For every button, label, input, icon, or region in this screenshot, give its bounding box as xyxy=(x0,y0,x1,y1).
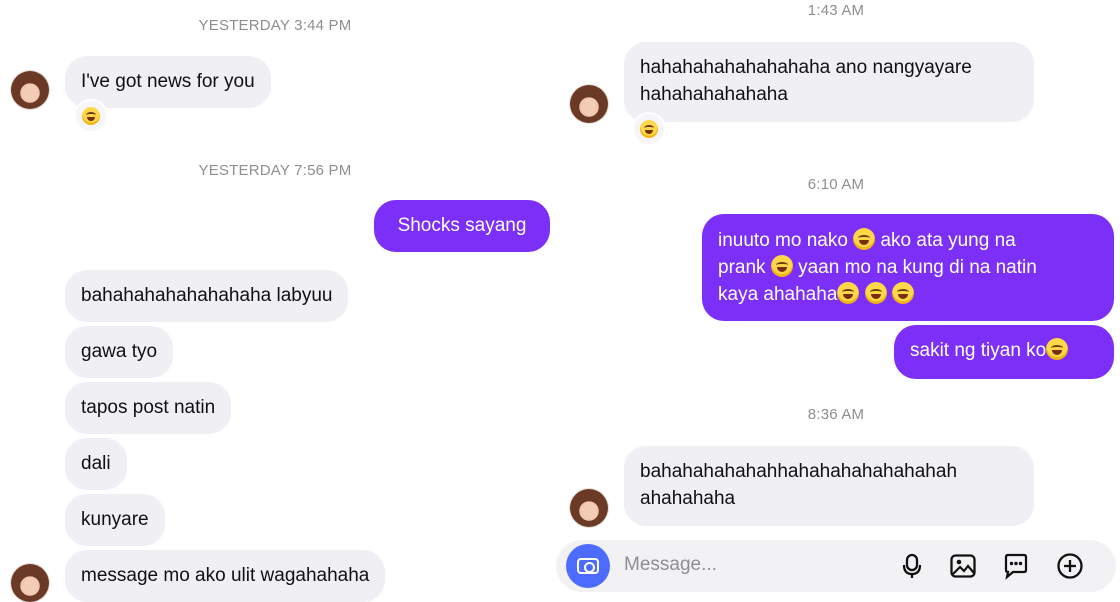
message-text: tapos post natin xyxy=(81,397,216,418)
message-text: Shocks sayang xyxy=(397,215,527,236)
incoming-message[interactable]: bahahahahahahahaha labyuu xyxy=(65,270,349,322)
add-icon[interactable] xyxy=(1056,552,1084,580)
outgoing-message[interactable]: sakit ng tiyan ko xyxy=(894,325,1114,379)
laughing-emoji-icon xyxy=(82,107,100,125)
laughing-emoji-icon xyxy=(1046,338,1069,360)
message-text: sakit ng tiyan ko xyxy=(910,340,1047,361)
laughing-emoji-icon xyxy=(864,282,887,304)
incoming-message[interactable]: I've got news for you xyxy=(65,56,271,108)
microphone-icon[interactable] xyxy=(898,552,926,580)
message-text: kaya ahahaha xyxy=(718,284,838,305)
incoming-message[interactable]: bahahahahahahhahahahahahahahah ahahahaha xyxy=(624,446,1034,526)
message-text-line: bahahahahahahhahahahahahahahah xyxy=(640,461,958,482)
message-text: yaan mo na kung di na natin xyxy=(798,257,1037,278)
message-text: I've got news for you xyxy=(81,71,255,92)
message-text: bahahahahahahahaha labyuu xyxy=(81,285,333,306)
message-text: prank xyxy=(718,257,766,278)
camera-button[interactable] xyxy=(566,544,610,588)
incoming-message[interactable]: gawa tyo xyxy=(65,326,174,378)
timestamp: 6:10 AM xyxy=(807,176,865,193)
incoming-message[interactable]: dali xyxy=(65,438,127,490)
message-text: dali xyxy=(81,453,111,474)
message-input[interactable]: Message... xyxy=(624,554,717,576)
image-icon[interactable] xyxy=(949,552,977,580)
message-composer: Message... xyxy=(556,540,1116,592)
message-text-line: ahahahaha xyxy=(640,488,736,509)
incoming-message[interactable]: message mo ako ulit wagahahaha xyxy=(65,550,386,602)
rolling-laughing-emoji-icon xyxy=(770,255,793,277)
timestamp: YESTERDAY 7:56 PM xyxy=(198,162,352,179)
timestamp: 1:43 AM xyxy=(807,2,865,19)
message-text: inuuto mo nako xyxy=(718,230,848,251)
camera-icon xyxy=(577,558,599,574)
message-text: gawa tyo xyxy=(81,341,158,362)
timestamp: 8:36 AM xyxy=(807,406,865,423)
avatar[interactable] xyxy=(11,564,49,602)
reaction-badge[interactable] xyxy=(76,101,106,131)
incoming-message[interactable]: hahahahahahahahaha ano nangyayare hahaha… xyxy=(624,42,1034,122)
message-text: ako ata yung na xyxy=(880,230,1016,251)
reaction-badge[interactable] xyxy=(634,114,664,144)
avatar[interactable] xyxy=(11,71,49,109)
message-text: kunyare xyxy=(81,509,149,530)
laughing-emoji-icon xyxy=(837,282,860,304)
incoming-message[interactable]: tapos post natin xyxy=(65,382,232,434)
laughing-emoji-icon xyxy=(853,228,876,250)
message-text-line: hahahahahahahahaha ano nangyayare xyxy=(640,57,972,78)
sticker-icon[interactable] xyxy=(1002,552,1030,580)
outgoing-message[interactable]: inuuto mo nako ako ata yung na prank yaa… xyxy=(702,214,1114,321)
laughing-emoji-icon xyxy=(640,120,658,138)
message-text-line: hahahahahahaha xyxy=(640,84,788,105)
outgoing-message[interactable]: Shocks sayang xyxy=(374,200,550,252)
avatar[interactable] xyxy=(570,489,608,527)
incoming-message[interactable]: kunyare xyxy=(65,494,165,546)
avatar[interactable] xyxy=(570,85,608,123)
timestamp: YESTERDAY 3:44 PM xyxy=(198,17,352,34)
laughing-emoji-icon xyxy=(891,282,914,304)
message-text: message mo ako ulit wagahahaha xyxy=(81,565,370,586)
